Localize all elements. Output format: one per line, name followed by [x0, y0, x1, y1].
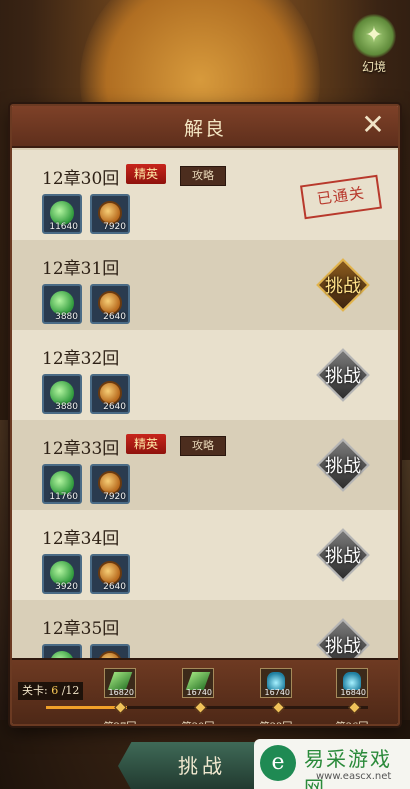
milestone-label: 第36回 — [330, 718, 374, 724]
reward-coin[interactable]: 2640 — [90, 284, 130, 324]
stage-counter-label: 关卡: — [22, 684, 48, 697]
challenge-label: 挑战 — [325, 546, 361, 567]
reward-jade[interactable]: 3920 — [42, 554, 82, 594]
stage-row: 12章35回 挑战 — [12, 600, 398, 658]
milestone-node — [114, 701, 127, 714]
site-url: www.eascx.net — [316, 771, 392, 782]
reward-count: 2640 — [103, 582, 126, 592]
reward-coin[interactable]: 7920 — [90, 194, 130, 234]
challenge-label: 挑战 — [325, 366, 361, 387]
challenge-button[interactable]: 挑战 — [316, 528, 370, 582]
stage-row: 12章31回 3880 2640 挑战 — [12, 240, 398, 330]
challenge-button[interactable]: 挑战 — [316, 438, 370, 492]
milestone-reward[interactable]: 16740 — [260, 668, 292, 698]
site-logo-icon: e — [260, 745, 296, 781]
milestone-amount: 16740 — [186, 688, 212, 697]
stage-title: 12章31回 — [42, 259, 120, 279]
challenge-label: 挑战 — [325, 636, 361, 657]
elite-badge: 精英 — [126, 164, 167, 184]
milestone-amount: 16840 — [340, 688, 366, 697]
milestone-label: 第30回 — [176, 718, 220, 724]
stage-row: 12章33回 精英 攻略 11760 7920 挑战 — [12, 420, 398, 510]
cleared-stamp: 已通关 — [300, 174, 382, 220]
close-icon[interactable]: ✕ — [360, 111, 386, 139]
reward-count: 3880 — [55, 312, 78, 322]
illusion-realm-label: 幻境 — [361, 60, 386, 74]
site-name: 易采游戏网 — [304, 747, 392, 789]
dialog-title: 解良 — [183, 118, 226, 140]
milestone-label: 第33回 — [254, 718, 298, 724]
stage-title: 12章32回 — [42, 349, 120, 369]
stage-row: 12章32回 3880 2640 挑战 — [12, 330, 398, 420]
reward-jade[interactable] — [42, 644, 82, 658]
progress-area: 关卡: 6 /12 16820 16740 16740 16840 第27回 第… — [12, 658, 398, 724]
reward-count: 2640 — [103, 402, 126, 412]
milestone-reward[interactable]: 16740 — [182, 668, 214, 698]
stage-dialog: 解良 ✕ 12章30回 精英 攻略 11640 7920 已通关 12章31回 … — [10, 104, 400, 726]
reward-coin[interactable] — [90, 644, 130, 658]
milestone-reward[interactable]: 16820 — [104, 668, 136, 698]
reward-count: 2640 — [103, 312, 126, 322]
site-watermark: e 易采游戏网 www.eascx.net — [254, 739, 410, 789]
reward-coin[interactable]: 2640 — [90, 554, 130, 594]
milestone-amount: 16820 — [108, 688, 134, 697]
reward-jade[interactable]: 11760 — [42, 464, 82, 504]
stage-title: 12章35回 — [42, 619, 120, 639]
reward-count: 3880 — [55, 402, 78, 412]
challenge-button[interactable]: 挑战 — [316, 618, 370, 658]
milestone-reward[interactable]: 16840 — [336, 668, 368, 698]
reward-count: 11640 — [49, 222, 78, 232]
reward-count: 7920 — [103, 222, 126, 232]
illusion-realm-button[interactable]: ✦ 幻境 — [346, 14, 402, 80]
jade-orb-icon — [50, 651, 74, 658]
stage-counter-current: 6 — [51, 684, 59, 697]
milestone-node — [272, 701, 285, 714]
milestone-label: 第27回 — [98, 718, 142, 724]
elite-badge: 精英 — [126, 434, 167, 454]
challenge-button[interactable]: 挑战 — [316, 258, 370, 312]
challenge-label: 挑战 — [325, 456, 361, 477]
reward-jade[interactable]: 11640 — [42, 194, 82, 234]
guide-button[interactable]: 攻略 — [180, 436, 226, 456]
guide-button[interactable]: 攻略 — [180, 166, 226, 186]
challenge-label: 挑战 — [325, 276, 361, 297]
progress-track — [46, 706, 368, 709]
reward-coin[interactable]: 7920 — [90, 464, 130, 504]
reward-count: 11760 — [49, 492, 78, 502]
stage-row: 12章30回 精英 攻略 11640 7920 已通关 — [12, 150, 398, 240]
reward-jade[interactable]: 3880 — [42, 284, 82, 324]
reward-count: 3920 — [55, 582, 78, 592]
reward-count: 7920 — [103, 492, 126, 502]
stage-counter-total: /12 — [61, 684, 80, 697]
reward-jade[interactable]: 3880 — [42, 374, 82, 414]
stage-title: 12章34回 — [42, 529, 120, 549]
stage-title: 12章33回 — [42, 439, 120, 459]
dialog-header: 解良 ✕ — [12, 106, 398, 148]
challenge-button[interactable]: 挑战 — [316, 348, 370, 402]
milestone-node — [194, 701, 207, 714]
reward-coin[interactable]: 2640 — [90, 374, 130, 414]
copper-coin-icon — [98, 651, 122, 658]
stage-list[interactable]: 12章30回 精英 攻略 11640 7920 已通关 12章31回 3880 … — [12, 150, 398, 658]
milestone-amount: 16740 — [264, 688, 290, 697]
stage-title: 12章30回 — [42, 169, 120, 189]
stage-counter: 关卡: 6 /12 — [18, 682, 84, 700]
milestone-node — [348, 701, 361, 714]
jade-emblem-icon: ✦ — [352, 14, 396, 58]
stage-row: 12章34回 3920 2640 挑战 — [12, 510, 398, 600]
